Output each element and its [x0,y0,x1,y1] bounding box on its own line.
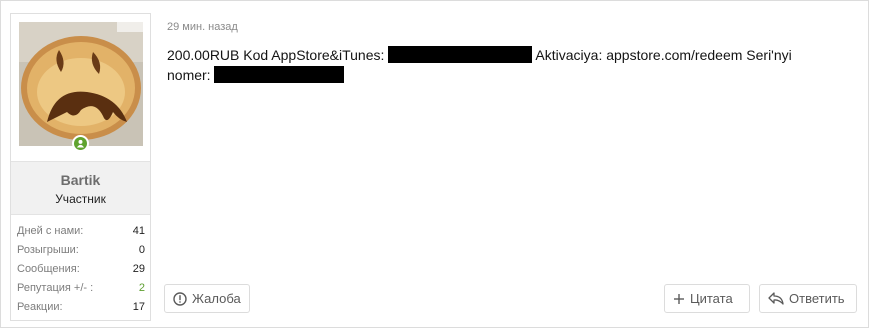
quote-button[interactable]: Цитата [664,284,750,313]
avatar[interactable] [19,22,143,146]
stat-value: 29 [132,263,145,275]
stat-label: Розыгрыши: [17,244,79,256]
report-label: Жалоба [192,291,241,306]
redacted-serial [214,66,345,83]
stat-row-reactions: Реакции: 17 [17,298,145,317]
message-text-part1: 200.00RUB Kod AppStore&iTunes: [167,47,385,63]
stat-value: 0 [138,244,145,256]
user-online-icon [72,135,89,152]
reply-button[interactable]: Ответить [759,284,857,313]
stat-value: 17 [132,301,145,313]
user-title: Участник [55,192,106,206]
reply-label: Ответить [789,291,845,306]
user-stats: Дней с нами: 41 Розыгрыши: 0 Сообщения: … [17,222,145,317]
stat-value: 41 [132,225,145,237]
stat-row-giveaways: Розыгрыши: 0 [17,241,145,260]
reply-arrow-icon [768,292,784,305]
stat-label: Реакции: [17,301,63,313]
stat-row-reputation: Репутация +/- : 2 [17,279,145,298]
user-info-panel: Bartik Участник Дней с нами: 41 Розыгрыш… [10,13,151,321]
plus-icon [674,293,684,304]
stat-label: Репутация +/- : [17,282,94,294]
stat-row-messages: Сообщения: 29 [17,260,145,279]
stat-row-days: Дней с нами: 41 [17,222,145,241]
post-timestamp[interactable]: 29 мин. назад [167,21,238,33]
report-button[interactable]: Жалоба [164,284,250,313]
forum-post: Bartik Участник Дней с нами: 41 Розыгрыш… [0,0,869,328]
username-link[interactable]: Bartik [11,172,150,188]
stat-label: Сообщения: [17,263,80,275]
redacted-code [388,46,533,63]
stat-value: 2 [138,282,145,294]
quote-label: Цитата [690,291,733,306]
post-message: 200.00RUB Kod AppStore&iTunes: Aktivaciy… [167,45,827,85]
user-name-box: Bartik Участник [11,161,150,215]
warning-circle-icon [173,291,187,306]
stat-label: Дней с нами: [17,225,84,237]
